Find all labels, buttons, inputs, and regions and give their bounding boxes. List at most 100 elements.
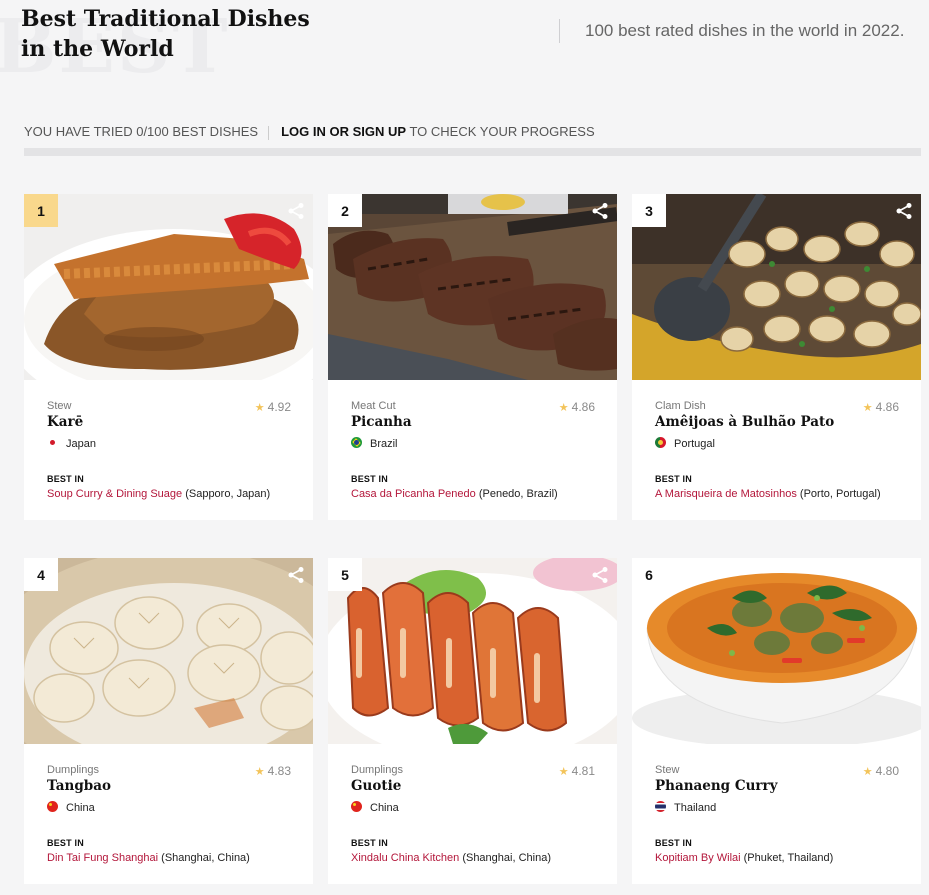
best-in-label: BEST IN <box>655 838 692 848</box>
rank-badge: 4 <box>24 558 58 591</box>
best-in-restaurant: Din Tai Fung Shanghai (Shanghai, China) <box>47 852 250 864</box>
dish-rating: ★ 4.83 <box>255 764 291 778</box>
dish-country[interactable]: Brazil <box>351 437 398 450</box>
page-header: BEST Best Traditional Dishes in the Worl… <box>0 0 929 90</box>
best-in-restaurant: Kopitiam By Wilai (Phuket, Thailand) <box>655 852 833 864</box>
restaurant-link[interactable]: Xindalu China Kitchen <box>351 852 459 864</box>
dish-country[interactable]: Japan <box>47 437 96 450</box>
dish-category: Dumplings <box>351 764 403 776</box>
best-in-label: BEST IN <box>47 474 84 484</box>
dish-card[interactable]: 5 Dumplings ★ 4.81 Guotie China BEST IN X… <box>328 558 617 884</box>
dish-name-link[interactable]: Amêijoas à Bulhão Pato <box>655 414 834 430</box>
country-name: China <box>370 802 399 814</box>
page-title: Best Traditional Dishes in the World <box>21 6 310 62</box>
divider <box>268 125 270 140</box>
share-icon[interactable] <box>591 566 609 584</box>
restaurant-location: (Phuket, Thailand) <box>743 852 834 864</box>
progress-status: YOU HAVE TRIED 0/100 BEST DISHES LOG IN O… <box>24 124 595 140</box>
progress-suffix-text: TO CHECK YOUR PROGRESS <box>409 124 595 139</box>
dish-category: Dumplings <box>47 764 99 776</box>
dish-country[interactable]: China <box>47 801 95 814</box>
dish-card[interactable]: 4 Dumplings ★ 4.83 Tangbao China BEST IN … <box>24 558 313 884</box>
dish-country[interactable]: China <box>351 801 399 814</box>
brazil-flag-icon <box>351 437 362 448</box>
best-in-label: BEST IN <box>351 838 388 848</box>
restaurant-location: (Shanghai, China) <box>462 852 551 864</box>
dish-name-link[interactable]: Guotie <box>351 778 401 794</box>
share-icon[interactable] <box>895 202 913 220</box>
share-icon[interactable] <box>591 202 609 220</box>
rank-badge: 2 <box>328 194 362 227</box>
rank-badge: 6 <box>632 558 666 591</box>
country-name: China <box>66 802 95 814</box>
dish-country[interactable]: Portugal <box>655 437 715 450</box>
dish-image-tangbao[interactable] <box>24 558 313 744</box>
star-icon: ★ <box>254 766 265 778</box>
dish-name-link[interactable]: Karē <box>47 414 83 430</box>
dish-rating: ★ 4.81 <box>559 764 595 778</box>
rank-badge: 3 <box>632 194 666 227</box>
page-tagline: 100 best rated dishes in the world in 20… <box>585 21 905 40</box>
dish-card[interactable]: 2 Meat Cut ★ 4.86 Picanha Brazil BEST IN … <box>328 194 617 520</box>
dish-card[interactable]: 3 Clam Dish ★ 4.86 Amêijoas à Bulhão Pato… <box>632 194 921 520</box>
dish-rating: ★ 4.86 <box>559 400 595 414</box>
dish-image-phanaeng-curry[interactable] <box>632 558 921 744</box>
dish-rating: ★ 4.86 <box>863 400 899 414</box>
best-in-restaurant: Xindalu China Kitchen (Shanghai, China) <box>351 852 551 864</box>
rating-value: 4.86 <box>571 400 595 414</box>
tagline-container: 100 best rated dishes in the world in 20… <box>559 19 904 43</box>
dish-name-link[interactable]: Phanaeng Curry <box>655 778 777 794</box>
dish-rating: ★ 4.80 <box>863 764 899 778</box>
restaurant-link[interactable]: Soup Curry & Dining Suage <box>47 488 182 500</box>
restaurant-location: (Penedo, Brazil) <box>478 488 558 500</box>
best-in-restaurant: Casa da Picanha Penedo (Penedo, Brazil) <box>351 488 558 500</box>
star-icon: ★ <box>254 402 265 414</box>
restaurant-link[interactable]: Din Tai Fung Shanghai <box>47 852 158 864</box>
restaurant-link[interactable]: Casa da Picanha Penedo <box>351 488 476 500</box>
restaurant-link[interactable]: Kopitiam By Wilai <box>655 852 741 864</box>
dish-image-guotie[interactable] <box>328 558 617 744</box>
login-signup-link[interactable]: LOG IN OR SIGN UP <box>281 124 406 139</box>
dish-card[interactable]: 1 Stew ★ 4.92 Karē Japan BEST IN Soup Cur… <box>24 194 313 520</box>
restaurant-location: (Shanghai, China) <box>161 852 250 864</box>
best-in-label: BEST IN <box>47 838 84 848</box>
dish-image-ameijoas[interactable] <box>632 194 921 380</box>
dish-rating: ★ 4.92 <box>255 400 291 414</box>
rating-value: 4.81 <box>571 764 595 778</box>
country-name: Brazil <box>370 438 398 450</box>
dish-card[interactable]: 6 Stew ★ 4.80 Phanaeng Curry Thailand BES… <box>632 558 921 884</box>
best-in-label: BEST IN <box>351 474 388 484</box>
rating-value: 4.92 <box>267 400 291 414</box>
restaurant-location: (Sapporo, Japan) <box>185 488 271 500</box>
dish-image-picanha[interactable] <box>328 194 617 380</box>
dish-name-link[interactable]: Picanha <box>351 414 412 430</box>
best-in-restaurant: A Marisqueira de Matosinhos (Porto, Port… <box>655 488 881 500</box>
dish-country[interactable]: Thailand <box>655 801 716 814</box>
star-icon: ★ <box>558 402 569 414</box>
star-icon: ★ <box>558 766 569 778</box>
rank-badge: 1 <box>24 194 58 227</box>
dish-image-kare[interactable] <box>24 194 313 380</box>
share-icon[interactable] <box>287 566 305 584</box>
thailand-flag-icon <box>655 801 666 812</box>
rating-value: 4.83 <box>267 764 291 778</box>
country-name: Portugal <box>674 438 715 450</box>
share-icon[interactable] <box>287 202 305 220</box>
china-flag-icon <box>47 801 58 812</box>
tried-count-text: YOU HAVE TRIED 0/100 BEST DISHES <box>24 124 259 139</box>
country-name: Japan <box>66 438 96 450</box>
star-icon: ★ <box>862 766 873 778</box>
dish-category: Clam Dish <box>655 400 706 412</box>
rank-badge: 5 <box>328 558 362 591</box>
dish-category: Meat Cut <box>351 400 396 412</box>
japan-flag-icon <box>47 437 58 448</box>
restaurant-location: (Porto, Portugal) <box>799 488 881 500</box>
dish-name-link[interactable]: Tangbao <box>47 778 111 794</box>
progress-bar <box>24 148 921 156</box>
restaurant-link[interactable]: A Marisqueira de Matosinhos <box>655 488 797 500</box>
country-name: Thailand <box>674 802 717 814</box>
portugal-flag-icon <box>655 437 666 448</box>
dish-category: Stew <box>47 400 72 412</box>
china-flag-icon <box>351 801 362 812</box>
best-in-restaurant: Soup Curry & Dining Suage (Sapporo, Japa… <box>47 488 270 500</box>
